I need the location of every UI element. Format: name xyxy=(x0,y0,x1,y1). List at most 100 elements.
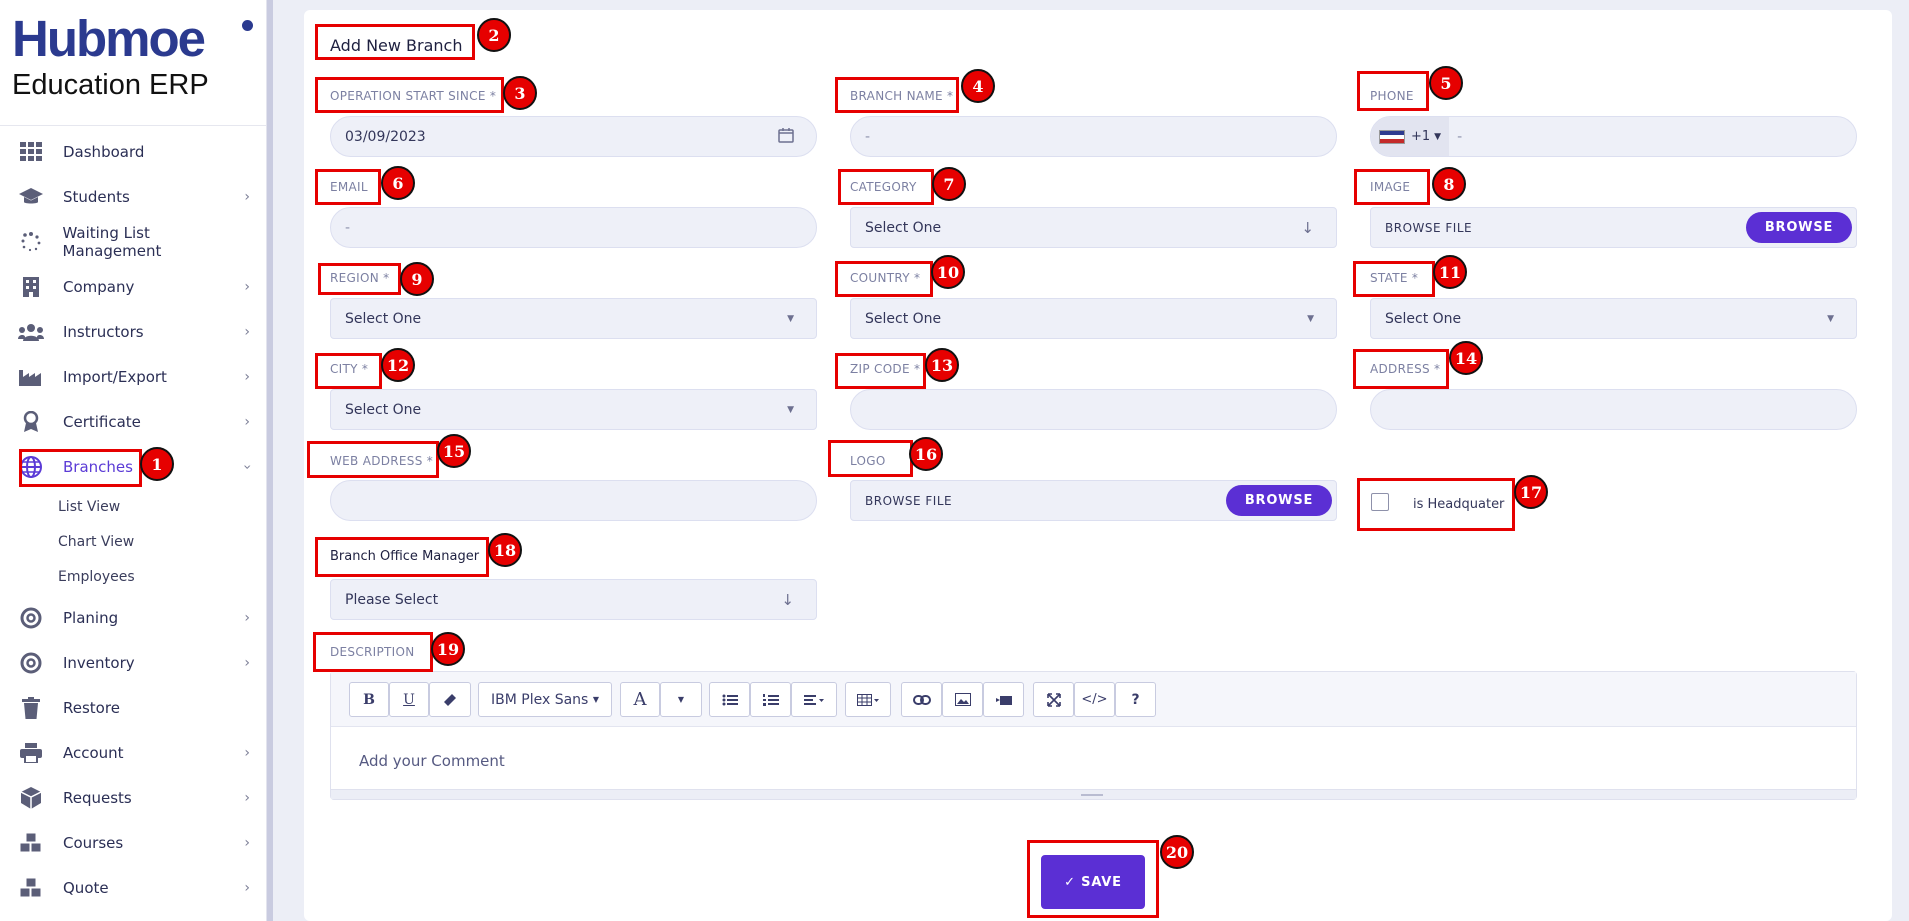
description-editor[interactable]: B U IBM Plex Sans ▼ A ▼ </> ? Add your C… xyxy=(330,671,1857,800)
city-value: Select One xyxy=(345,401,422,418)
logo-file-text: BROWSE FILE xyxy=(865,493,953,508)
manager-select[interactable]: Please Select ↓ xyxy=(330,579,817,620)
email-input[interactable]: - xyxy=(330,207,817,248)
font-family-select[interactable]: IBM Plex Sans ▼ xyxy=(478,682,612,717)
phone-input[interactable]: +1 ▼ - xyxy=(1370,116,1857,157)
logo-subtitle: Education ERP xyxy=(12,69,209,101)
address-input[interactable] xyxy=(1370,389,1857,430)
country-value: Select One xyxy=(865,310,942,327)
chevron-right-icon: › xyxy=(244,414,250,430)
logo-browse-button[interactable]: BROWSE xyxy=(1226,485,1332,516)
font-family-value: IBM Plex Sans xyxy=(491,691,589,708)
caret-down-icon[interactable]: ▼ xyxy=(660,682,702,717)
image-icon[interactable] xyxy=(942,682,983,717)
caret-down-icon: ▼ xyxy=(1827,313,1834,324)
annotation-badge: 8 xyxy=(1432,167,1466,201)
country-code-value: +1 xyxy=(1411,129,1431,144)
annotation-badge: 7 xyxy=(932,167,966,201)
video-icon[interactable] xyxy=(983,682,1024,717)
help-icon[interactable]: ? xyxy=(1115,682,1156,717)
operation-start-input[interactable]: 03/09/2023 xyxy=(330,116,817,157)
industry-icon xyxy=(18,365,44,389)
region-value: Select One xyxy=(345,310,422,327)
annotation-badge: 4 xyxy=(961,69,995,103)
image-browse-button[interactable]: BROWSE xyxy=(1746,212,1852,243)
grid-icon xyxy=(18,140,44,164)
logo-upload[interactable]: BROWSE FILE BROWSE xyxy=(850,480,1337,521)
chevron-right-icon: › xyxy=(244,279,250,295)
sidebar-item-certificate[interactable]: Certificate › xyxy=(18,404,250,440)
sidebar-subitem-chart-view[interactable]: Chart View xyxy=(58,534,134,550)
sidebar-item-label: Import/Export xyxy=(63,368,167,386)
country-code-select[interactable]: +1 ▼ xyxy=(1371,117,1450,156)
sidebar-item-import-export[interactable]: Import/Export › xyxy=(18,359,250,395)
sidebar-item-label: Restore xyxy=(63,699,120,717)
award-icon xyxy=(18,410,44,434)
sidebar-scrollbar[interactable] xyxy=(267,0,273,921)
link-icon[interactable] xyxy=(901,682,942,717)
zip-input[interactable] xyxy=(850,389,1337,430)
ordered-list-icon[interactable] xyxy=(750,682,791,717)
sidebar-item-planing[interactable]: Planing › xyxy=(18,600,250,636)
bullet-list-icon[interactable] xyxy=(709,682,750,717)
annotation-badge: 20 xyxy=(1160,835,1194,869)
sidebar-item-quote[interactable]: Quote › xyxy=(18,870,250,906)
sidebar-item-inventory[interactable]: Inventory › xyxy=(18,645,250,681)
web-address-input[interactable] xyxy=(330,480,817,521)
fullscreen-icon[interactable] xyxy=(1033,682,1074,717)
chevron-right-icon: › xyxy=(244,880,250,896)
bold-button[interactable]: B xyxy=(349,682,389,717)
cubes-icon xyxy=(18,831,44,855)
app-root: Hubmoe Education ERP Dashboard Students … xyxy=(0,0,1909,921)
category-select[interactable]: Select One ↓ xyxy=(850,207,1337,248)
country-select[interactable]: Select One ▼ xyxy=(850,298,1337,339)
align-icon[interactable] xyxy=(791,682,837,717)
sidebar-subitem-list-view[interactable]: List View xyxy=(58,499,120,515)
annotation-badge: 18 xyxy=(488,533,522,567)
code-view-icon[interactable]: </> xyxy=(1074,682,1115,717)
chevron-down-icon: › xyxy=(239,464,256,470)
editor-resize-handle[interactable] xyxy=(331,789,1856,799)
sidebar-item-students[interactable]: Students › xyxy=(18,179,250,215)
sidebar-item-waiting-list[interactable]: Waiting List Management xyxy=(18,224,250,260)
image-upload[interactable]: BROWSE FILE BROWSE xyxy=(1370,207,1857,248)
caret-down-icon: ▼ xyxy=(787,404,794,415)
sidebar-item-label: Requests xyxy=(63,789,132,807)
sidebar-item-company[interactable]: Company › xyxy=(18,269,250,305)
sidebar-item-requests[interactable]: Requests › xyxy=(18,780,250,816)
sidebar-item-dashboard[interactable]: Dashboard xyxy=(18,134,250,170)
sidebar-subitem-employees[interactable]: Employees xyxy=(58,569,135,585)
operation-start-value: 03/09/2023 xyxy=(345,128,426,145)
branch-name-input[interactable]: - xyxy=(850,116,1337,157)
description-placeholder[interactable]: Add your Comment xyxy=(359,752,505,770)
annotation-box xyxy=(307,441,439,478)
sidebar-item-account[interactable]: Account › xyxy=(18,735,250,771)
table-icon[interactable] xyxy=(845,682,891,717)
region-select[interactable]: Select One ▼ xyxy=(330,298,817,339)
chevron-right-icon: › xyxy=(244,610,250,626)
font-color-icon[interactable]: A xyxy=(620,682,660,717)
annotation-box xyxy=(313,632,433,672)
state-select[interactable]: Select One ▼ xyxy=(1370,298,1857,339)
users-icon xyxy=(18,320,44,344)
sidebar-item-label: Students xyxy=(63,188,130,206)
chevron-right-icon: › xyxy=(244,324,250,340)
sidebar-item-restore[interactable]: Restore xyxy=(18,690,250,726)
caret-down-icon: ▼ xyxy=(1307,313,1314,324)
sidebar-item-label: Instructors xyxy=(63,323,144,341)
sidebar-item-instructors[interactable]: Instructors › xyxy=(18,314,250,350)
annotation-box xyxy=(315,537,489,577)
annotation-badge: 1 xyxy=(140,447,174,481)
sidebar-item-courses[interactable]: Courses › xyxy=(18,825,250,861)
calendar-icon[interactable] xyxy=(778,127,794,146)
city-select[interactable]: Select One ▼ xyxy=(330,389,817,430)
caret-down-icon: ▼ xyxy=(1434,131,1442,142)
annotation-box xyxy=(1357,478,1515,531)
caret-down-icon: ▼ xyxy=(787,313,794,324)
underline-button[interactable]: U xyxy=(389,682,429,717)
annotation-badge: 3 xyxy=(503,76,537,110)
sidebar-item-label: Dashboard xyxy=(63,143,145,161)
cubes-icon xyxy=(18,876,44,900)
eraser-icon[interactable] xyxy=(429,682,471,717)
annotation-box xyxy=(19,449,142,487)
